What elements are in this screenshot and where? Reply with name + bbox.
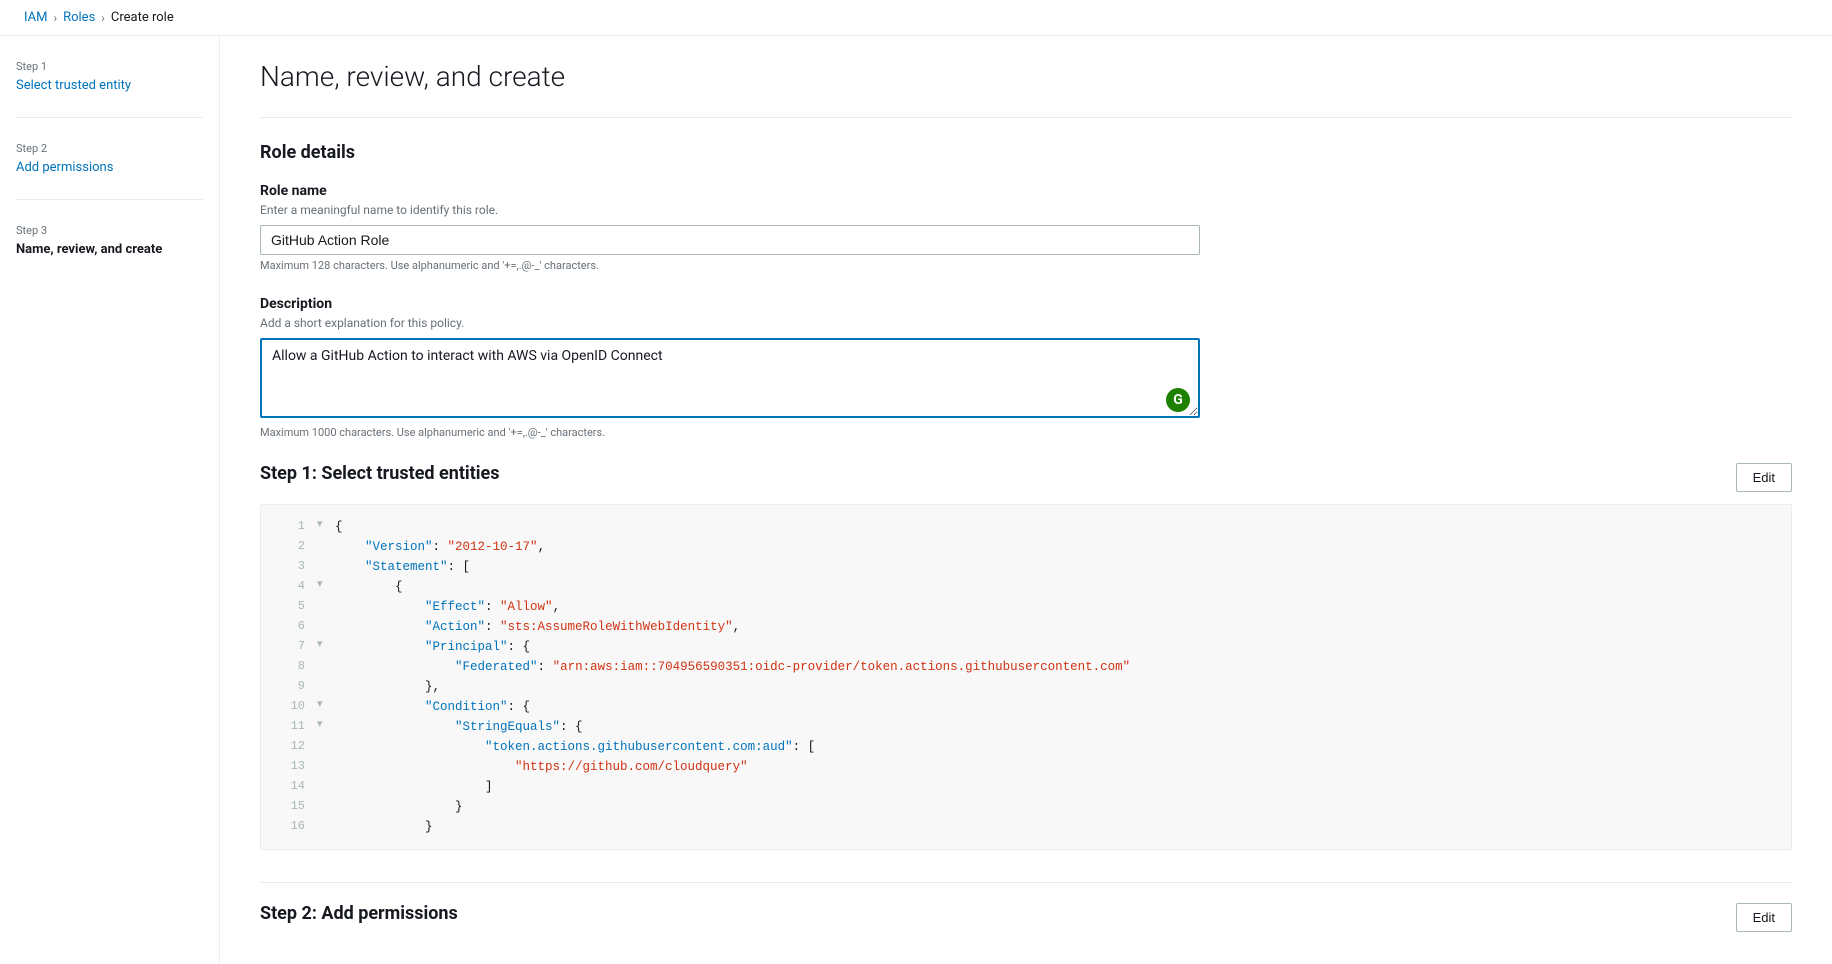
code-line-number: 7: [277, 637, 305, 656]
add-permissions-edit-button[interactable]: Edit: [1736, 903, 1792, 932]
sidebar-item-select-trusted-entity[interactable]: Select trusted entity: [16, 78, 131, 93]
code-line-collapse: ▾: [317, 517, 331, 535]
description-note: Maximum 1000 characters. Use alphanumeri…: [260, 426, 1792, 439]
code-line: 2 "Version": "2012-10-17",: [261, 537, 1791, 557]
step-3-label: Step 3: [16, 224, 203, 237]
code-line-number: 16: [277, 817, 305, 836]
code-line-content: "Condition": {: [335, 697, 530, 717]
trusted-entities-code-block: 1▾{2 "Version": "2012-10-17",3 "Statemen…: [260, 504, 1792, 850]
code-line-number: 9: [277, 677, 305, 696]
code-line-number: 14: [277, 777, 305, 796]
page-title: Name, review, and create: [260, 60, 1792, 93]
code-line-content: ]: [335, 777, 493, 797]
code-line-collapse: ▾: [317, 697, 331, 715]
breadcrumb-roles[interactable]: Roles: [63, 10, 95, 25]
role-name-hint: Enter a meaningful name to identify this…: [260, 203, 1792, 217]
trusted-entities-edit-button[interactable]: Edit: [1736, 463, 1792, 492]
code-line-content: "token.actions.githubusercontent.com:aud…: [335, 737, 815, 757]
sidebar-item-add-permissions[interactable]: Add permissions: [16, 160, 113, 175]
code-line-content: "https://github.com/cloudquery": [335, 757, 748, 777]
page-layout: Step 1 Select trusted entity Step 2 Add …: [0, 36, 1832, 964]
code-line-content: {: [335, 577, 403, 597]
code-line: 14 ]: [261, 777, 1791, 797]
code-line: 11 ▾ "StringEquals": {: [261, 717, 1791, 737]
sidebar-step-1: Step 1 Select trusted entity: [16, 60, 203, 93]
description-field-group: Description Add a short explanation for …: [260, 296, 1792, 439]
code-line-number: 8: [277, 657, 305, 676]
code-line: 7 ▾ "Principal": {: [261, 637, 1791, 657]
code-line: 1 ▾{: [261, 517, 1791, 537]
code-line: 12 "token.actions.githubusercontent.com:…: [261, 737, 1791, 757]
code-line-content: "Principal": {: [335, 637, 530, 657]
sidebar-divider-2: [16, 199, 203, 200]
code-line-number: 15: [277, 797, 305, 816]
role-details-heading: Role details: [260, 142, 1792, 163]
add-permissions-section: Step 2: Add permissions Edit: [260, 882, 1792, 932]
sidebar-step-3: Step 3 Name, review, and create: [16, 224, 203, 257]
code-line: 3 "Statement": [: [261, 557, 1791, 577]
code-line-number: 13: [277, 757, 305, 776]
code-line-content: }: [335, 797, 463, 817]
trusted-entities-section: Step 1: Select trusted entities Edit 1▾{…: [260, 463, 1792, 850]
description-check-icon: G: [1166, 388, 1190, 412]
code-line: 4 ▾ {: [261, 577, 1791, 597]
code-line: 5 "Effect": "Allow",: [261, 597, 1791, 617]
sidebar: Step 1 Select trusted entity Step 2 Add …: [0, 36, 220, 964]
code-line: 16 }: [261, 817, 1791, 837]
breadcrumb: IAM › Roles › Create role: [0, 0, 1832, 36]
trusted-entities-title: Step 1: Select trusted entities: [260, 463, 500, 484]
code-line-number: 1: [277, 517, 305, 536]
code-line: 6 "Action": "sts:AssumeRoleWithWebIdenti…: [261, 617, 1791, 637]
code-line-content: "Statement": [: [335, 557, 470, 577]
code-line-content: "Version": "2012-10-17",: [335, 537, 545, 557]
code-line-content: },: [335, 677, 440, 697]
description-hint: Add a short explanation for this policy.: [260, 316, 1792, 330]
breadcrumb-iam[interactable]: IAM: [24, 10, 47, 25]
main-content: Name, review, and create Role details Ro…: [220, 36, 1832, 964]
step-1-label: Step 1: [16, 60, 203, 73]
code-line-content: "StringEquals": {: [335, 717, 583, 737]
trusted-entities-header: Step 1: Select trusted entities Edit: [260, 463, 1792, 492]
code-line-collapse: ▾: [317, 577, 331, 595]
role-name-field-group: Role name Enter a meaningful name to ide…: [260, 183, 1792, 272]
sidebar-item-name-review-create: Name, review, and create: [16, 242, 162, 257]
add-permissions-title: Step 2: Add permissions: [260, 903, 458, 924]
code-line-number: 11: [277, 717, 305, 736]
code-line-content: {: [335, 517, 343, 537]
role-name-label: Role name: [260, 183, 1792, 199]
code-line-content: "Effect": "Allow",: [335, 597, 560, 617]
breadcrumb-current: Create role: [111, 10, 174, 25]
code-line-number: 3: [277, 557, 305, 576]
code-line-content: }: [335, 817, 433, 837]
breadcrumb-separator-1: ›: [53, 11, 57, 25]
code-line-content: "Federated": "arn:aws:iam::704956590351:…: [335, 657, 1130, 677]
code-line: 8 "Federated": "arn:aws:iam::70495659035…: [261, 657, 1791, 677]
code-line: 9 },: [261, 677, 1791, 697]
description-textarea-wrapper: G: [260, 338, 1200, 422]
code-line: 13 "https://github.com/cloudquery": [261, 757, 1791, 777]
role-details-divider: [260, 117, 1792, 118]
description-textarea[interactable]: [260, 338, 1200, 418]
code-line-number: 10: [277, 697, 305, 716]
code-line-content: "Action": "sts:AssumeRoleWithWebIdentity…: [335, 617, 740, 637]
code-line-number: 2: [277, 537, 305, 556]
role-name-note: Maximum 128 characters. Use alphanumeric…: [260, 259, 1792, 272]
role-name-input[interactable]: [260, 225, 1200, 255]
code-line: 15 }: [261, 797, 1791, 817]
code-line-number: 5: [277, 597, 305, 616]
sidebar-step-2: Step 2 Add permissions: [16, 142, 203, 175]
code-line-collapse: ▾: [317, 637, 331, 655]
breadcrumb-separator-2: ›: [101, 11, 105, 25]
code-line-number: 4: [277, 577, 305, 596]
step-2-label: Step 2: [16, 142, 203, 155]
code-line-collapse: ▾: [317, 717, 331, 735]
code-line-number: 6: [277, 617, 305, 636]
description-label: Description: [260, 296, 1792, 312]
sidebar-divider-1: [16, 117, 203, 118]
code-line-number: 12: [277, 737, 305, 756]
code-line: 10 ▾ "Condition": {: [261, 697, 1791, 717]
